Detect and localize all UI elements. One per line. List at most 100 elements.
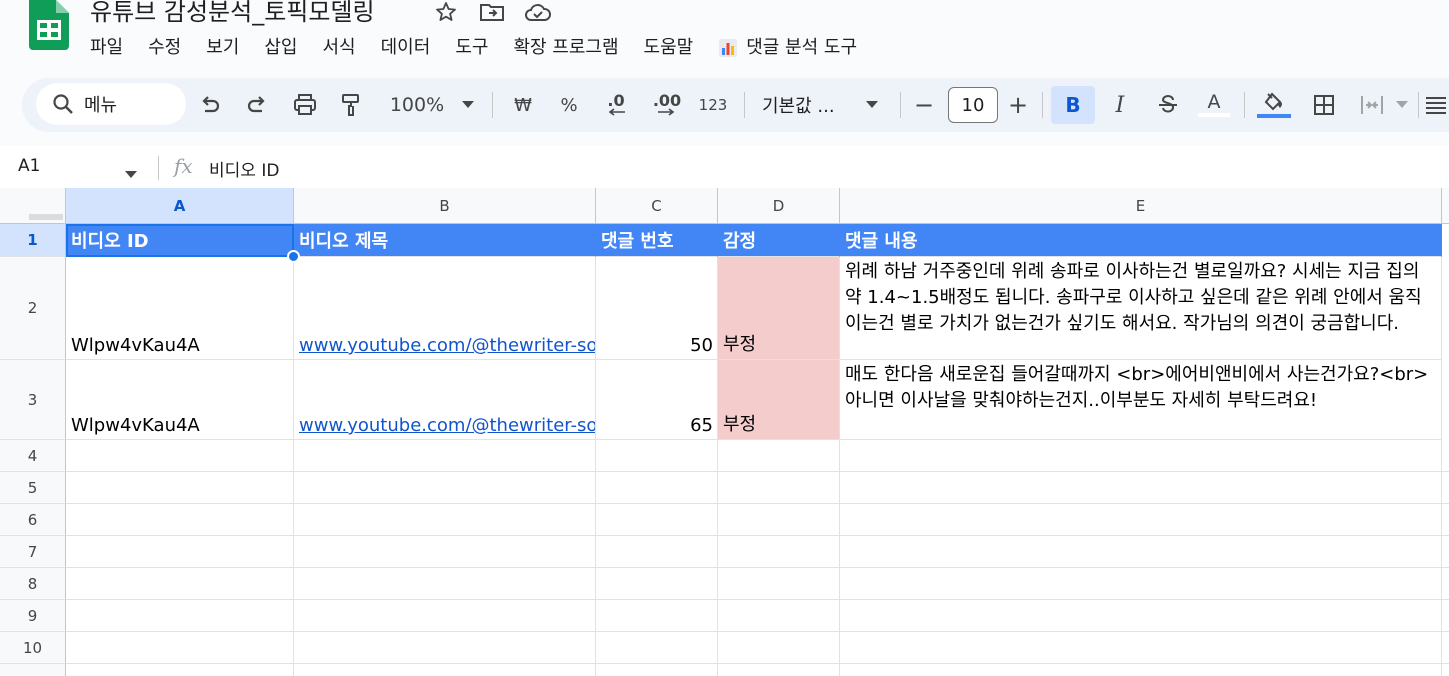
cell-e3[interactable]: 매도 한다음 새로운집 들어갈때까지 <br>에어비앤비에서 사는건가요?<br…	[840, 360, 1442, 440]
font-family-select[interactable]: 기본값 ...	[762, 86, 848, 124]
column-header-e[interactable]: E	[840, 188, 1442, 224]
empty-cell[interactable]	[596, 664, 718, 676]
empty-cell[interactable]	[596, 568, 718, 600]
row-header-3[interactable]: 3	[0, 360, 66, 440]
empty-cell[interactable]	[718, 472, 840, 504]
empty-cell[interactable]	[66, 600, 294, 632]
row-header-5[interactable]: 5	[0, 472, 66, 504]
empty-cell[interactable]	[596, 536, 718, 568]
bold-button[interactable]: B	[1051, 86, 1095, 124]
zoom-select[interactable]: 100%	[382, 86, 452, 124]
empty-cell[interactable]	[596, 600, 718, 632]
cell-c3[interactable]: 65	[596, 360, 718, 440]
empty-cell[interactable]	[66, 504, 294, 536]
cloud-saved-icon[interactable]	[524, 0, 552, 25]
row-header-7[interactable]: 7	[0, 536, 66, 568]
document-title[interactable]: 유튜브 감성분석_토픽모델링	[90, 0, 375, 27]
empty-cell[interactable]	[1442, 536, 1449, 568]
empty-cell[interactable]	[840, 632, 1442, 664]
merge-chevron-down-icon[interactable]	[1392, 86, 1412, 124]
name-box[interactable]: A1	[18, 156, 40, 176]
cell-b3-link[interactable]: www.youtube.com/@thewriter-sonsoon	[294, 360, 596, 440]
empty-cell[interactable]	[1442, 664, 1449, 676]
fill-handle[interactable]	[287, 250, 300, 263]
cell-c1[interactable]: 댓글 번호	[596, 224, 718, 257]
star-icon[interactable]	[432, 0, 460, 25]
fill-color-button[interactable]	[1256, 86, 1292, 124]
menu-search-box[interactable]: 메뉴	[36, 83, 186, 125]
row-header-4[interactable]: 4	[0, 440, 66, 472]
cell-a2[interactable]: Wlpw4vKau4A	[66, 257, 294, 360]
zoom-chevron-down-icon[interactable]	[456, 86, 480, 124]
empty-cell[interactable]	[840, 440, 1442, 472]
merge-cells-icon[interactable]	[1354, 86, 1390, 124]
undo-icon[interactable]	[194, 86, 226, 124]
font-size-increase-button[interactable]: +	[1004, 86, 1032, 124]
menu-tools[interactable]: 도구	[455, 36, 488, 60]
empty-cell[interactable]	[294, 664, 596, 676]
empty-cell[interactable]	[66, 472, 294, 504]
empty-cell[interactable]	[596, 472, 718, 504]
empty-cell[interactable]	[294, 600, 596, 632]
empty-cell[interactable]	[840, 504, 1442, 536]
number-format-button[interactable]: 123	[694, 86, 732, 124]
menu-insert[interactable]: 삽입	[264, 36, 297, 60]
align-icon[interactable]	[1426, 86, 1448, 124]
row-header-11[interactable]	[0, 664, 66, 676]
menu-file[interactable]: 파일	[90, 36, 123, 60]
empty-cell[interactable]	[294, 568, 596, 600]
empty-cell[interactable]	[596, 440, 718, 472]
menu-view[interactable]: 보기	[206, 36, 239, 60]
empty-cell[interactable]	[1442, 568, 1449, 600]
empty-cell[interactable]	[294, 504, 596, 536]
cell-a1[interactable]: 비디오 ID	[66, 224, 294, 257]
menu-extensions[interactable]: 확장 프로그램	[513, 36, 618, 60]
empty-cell[interactable]	[840, 536, 1442, 568]
cell-b1[interactable]: 비디오 제목	[294, 224, 596, 257]
paint-format-icon[interactable]	[334, 86, 368, 124]
font-size-decrease-button[interactable]: −	[910, 86, 938, 124]
name-box-chevron-down-icon[interactable]	[125, 164, 137, 183]
empty-cell[interactable]	[294, 472, 596, 504]
menu-format[interactable]: 서식	[323, 36, 356, 60]
formula-input[interactable]: 비디오 ID	[209, 156, 279, 181]
row-header-10[interactable]: 10	[0, 632, 66, 664]
empty-cell[interactable]	[718, 600, 840, 632]
redo-icon[interactable]	[241, 86, 273, 124]
column-header-a[interactable]: A	[66, 188, 294, 224]
empty-cell[interactable]	[840, 664, 1442, 676]
empty-cell[interactable]	[596, 632, 718, 664]
sheets-logo-icon[interactable]	[29, 0, 69, 52]
currency-format-button[interactable]: ₩	[506, 86, 540, 124]
empty-cell[interactable]	[66, 664, 294, 676]
empty-cell[interactable]	[596, 504, 718, 536]
borders-icon[interactable]	[1306, 86, 1342, 124]
row-header-9[interactable]: 9	[0, 600, 66, 632]
empty-cell[interactable]	[718, 632, 840, 664]
row-header-8[interactable]: 8	[0, 568, 66, 600]
empty-cell[interactable]	[294, 632, 596, 664]
column-header-f[interactable]	[1442, 188, 1449, 224]
cell-e1[interactable]: 댓글 내용	[840, 224, 1442, 257]
empty-cell[interactable]	[1442, 600, 1449, 632]
empty-cell[interactable]	[718, 504, 840, 536]
menu-comment-analysis-tool[interactable]: 댓글 분석 도구	[718, 36, 857, 60]
empty-cell[interactable]	[66, 536, 294, 568]
print-icon[interactable]	[288, 86, 322, 124]
row-header-6[interactable]: 6	[0, 504, 66, 536]
cell-c2[interactable]: 50	[596, 257, 718, 360]
empty-cell[interactable]	[718, 568, 840, 600]
empty-cell[interactable]	[294, 440, 596, 472]
row-header-1[interactable]: 1	[0, 224, 66, 257]
increase-decimal-button[interactable]: .00	[646, 86, 688, 124]
cell-a3[interactable]: Wlpw4vKau4A	[66, 360, 294, 440]
text-color-button[interactable]: A	[1196, 86, 1232, 124]
column-header-c[interactable]: C	[596, 188, 718, 224]
empty-cell[interactable]	[718, 536, 840, 568]
cell-d1[interactable]: 감정	[718, 224, 840, 257]
menu-help[interactable]: 도움말	[644, 36, 694, 60]
empty-cell[interactable]	[840, 600, 1442, 632]
spreadsheet-grid[interactable]: A B C D E 1 2 3 4 5 6 7 8 9 10 비디오 ID 비디…	[0, 188, 1449, 676]
empty-cell[interactable]	[66, 632, 294, 664]
column-header-b[interactable]: B	[294, 188, 596, 224]
